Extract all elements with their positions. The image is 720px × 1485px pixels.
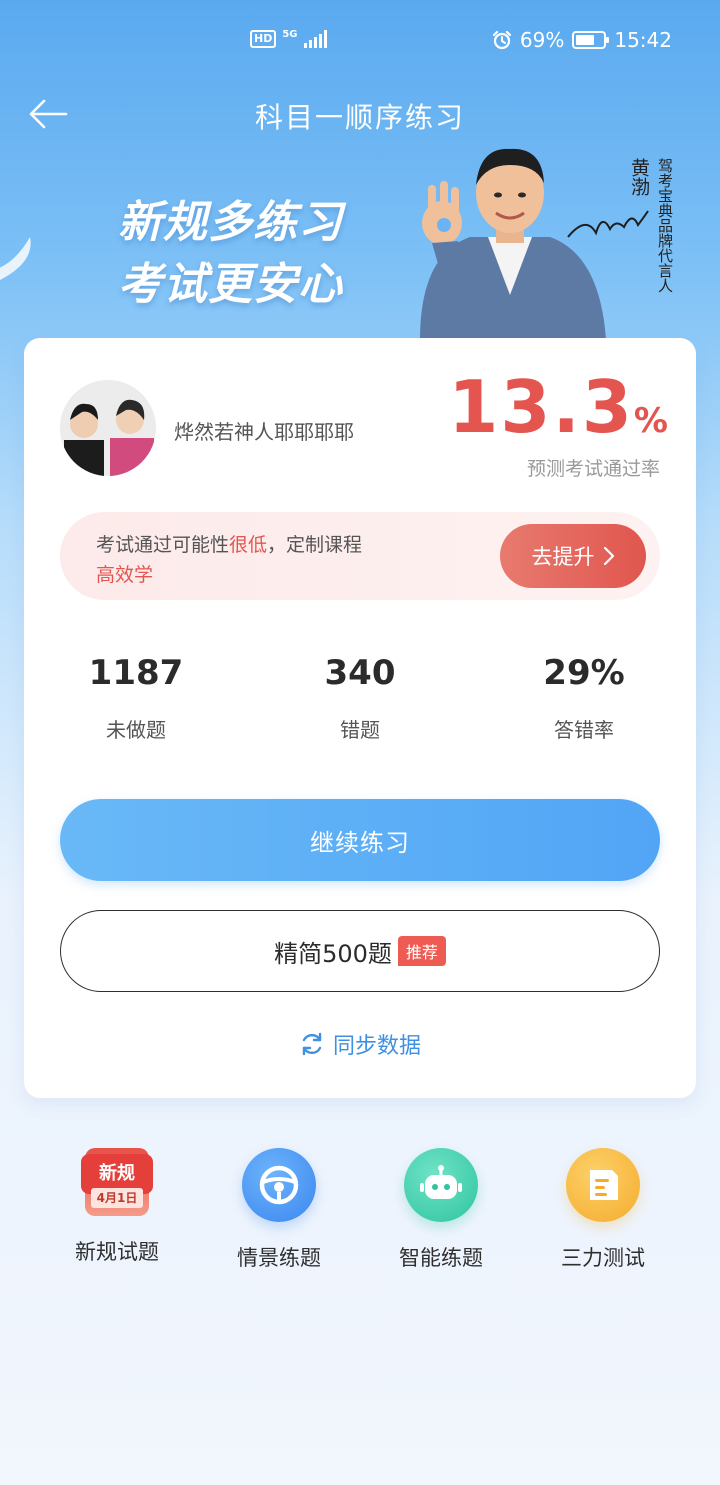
feature-smart-label: 智能练题 (399, 1246, 483, 1270)
recommend-badge: 推荐 (397, 936, 446, 966)
network-indicator: HD 5G (250, 30, 327, 48)
alarm-icon (492, 30, 512, 50)
feature-new-rules[interactable]: 新规 4月1日 新规试题 (36, 1148, 198, 1266)
endorser-name: 黄渤 (628, 158, 650, 196)
endorser-signature (567, 210, 649, 238)
hd-badge: HD (250, 30, 277, 48)
clock: 15:42 (614, 28, 672, 52)
signal-icon (303, 30, 327, 48)
stat-undone[interactable]: 1187 未做题 (36, 650, 236, 743)
new-rules-calendar-icon: 新规 4月1日 (81, 1148, 153, 1216)
tip-text-before: 考试通过可能性 (96, 534, 230, 556)
stat-wrong-value: 340 (324, 653, 396, 693)
progress-card: 烨然若神人耶耶耶耶 13.3% 预测考试通过率 考试通过可能性很低，定制课程 高… (24, 338, 696, 1098)
banner-slogan: 新规多练习 考试更安心 (118, 192, 343, 316)
stat-error-rate-label: 答错率 (554, 718, 614, 742)
status-bar: HD 5G 69% 15:42 (0, 0, 720, 84)
feature-three-ability[interactable]: 三力测试 (522, 1148, 684, 1272)
pass-rate-unit: % (633, 401, 670, 441)
sync-icon (302, 1032, 322, 1056)
feature-scenario-label: 情景练题 (237, 1246, 321, 1270)
continue-practice-button[interactable]: 继续练习 (60, 799, 660, 881)
stat-wrong[interactable]: 340 错题 (260, 650, 460, 743)
network-type: 5G (282, 29, 298, 40)
avatar[interactable] (60, 380, 156, 476)
feature-new-rules-label: 新规试题 (75, 1240, 159, 1264)
page-title: 科目一顺序练习 (254, 101, 465, 134)
pass-rate-value: 13.3% (448, 366, 670, 462)
feature-scenario[interactable]: 情景练题 (198, 1148, 360, 1272)
decorative-leaf (0, 237, 31, 280)
sync-data-label: 同步数据 (332, 1034, 421, 1059)
stat-undone-label: 未做题 (106, 718, 166, 742)
stat-wrong-label: 错题 (340, 718, 380, 742)
tip-text-after: ，定制课程 (267, 534, 363, 556)
status-right: 69% 15:42 (492, 28, 672, 52)
pass-rate-number: 13.3 (448, 365, 634, 449)
tip-text-line2: 高效学 (96, 564, 154, 586)
feature-three-ability-label: 三力测试 (561, 1246, 645, 1270)
stat-error-rate-value: 29% (543, 653, 625, 693)
improvement-tip: 考试通过可能性很低，定制课程 高效学 去提升 (60, 512, 660, 600)
simplified-500-button[interactable]: 精简500题 推荐 (60, 910, 660, 992)
avatar-image (60, 380, 156, 476)
tip-text: 考试通过可能性很低，定制课程 高效学 (96, 530, 362, 590)
endorser-role: 驾考宝典品牌代言人 (656, 158, 674, 293)
improve-button-label: 去提升 (531, 545, 595, 569)
username: 烨然若神人耶耶耶耶 (174, 420, 354, 444)
steering-wheel-icon (242, 1148, 316, 1222)
battery-percent: 69% (519, 28, 565, 52)
practice-page: HD 5G 69% 15:42 科目一顺序练习 新规多练习 考试更安心 黄渤 驾… (0, 0, 720, 1485)
stat-undone-value: 1187 (88, 653, 184, 693)
sync-data-link[interactable]: 同步数据 (24, 1028, 696, 1060)
chevron-right-icon (603, 546, 614, 566)
document-icon (566, 1148, 640, 1222)
pass-rate-label: 预测考试通过率 (526, 458, 660, 480)
slogan-line-1: 新规多练习 (118, 197, 343, 248)
robot-icon (404, 1148, 478, 1222)
tip-text-highlight: 很低 (229, 534, 268, 556)
slogan-line-2: 考试更安心 (118, 259, 343, 310)
battery-icon (572, 31, 610, 49)
stat-error-rate[interactable]: 29% 答错率 (484, 650, 684, 743)
improve-button[interactable]: 去提升 (500, 524, 646, 588)
simplified-500-label: 精简500题 (274, 939, 392, 968)
feature-smart[interactable]: 智能练题 (360, 1148, 522, 1272)
new-rules-icon-bottom: 4月1日 (91, 1188, 143, 1208)
